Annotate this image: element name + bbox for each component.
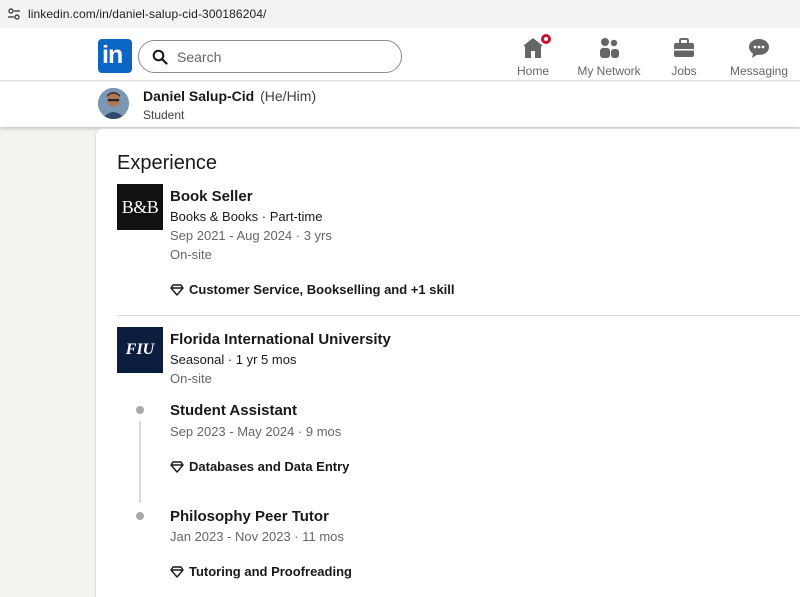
skill-diamond-icon xyxy=(170,283,184,296)
site-settings-icon[interactable] xyxy=(4,4,24,24)
job-dates: Sep 2021 - Aug 2024 · 3 yrs xyxy=(170,228,332,243)
experience-section-title: Experience xyxy=(117,152,218,174)
skills-text: Customer Service, Bookselling and +1 ski… xyxy=(189,282,455,297)
skills-link[interactable]: Databases and Data Entry xyxy=(170,459,349,474)
profile-pronouns: (He/Him) xyxy=(260,88,317,104)
nav-jobs-label: Jobs xyxy=(671,64,697,78)
top-navigation: in Home My Network Jobs Messaging xyxy=(0,28,800,81)
url-text[interactable]: linkedin.com/in/daniel-salup-cid-3001862… xyxy=(28,7,266,21)
notification-badge xyxy=(539,32,553,46)
nav-home[interactable]: Home xyxy=(512,32,554,78)
company-logo-books-and-books[interactable]: B&B xyxy=(117,184,163,230)
nav-my-network[interactable]: My Network xyxy=(574,36,644,78)
company-name[interactable]: Florida International University xyxy=(170,331,391,348)
company-employment-type: Books & Books · Part-time xyxy=(170,209,323,224)
position-title: Student Assistant xyxy=(170,402,297,419)
job-location-type: On-site xyxy=(170,371,212,386)
skills-link[interactable]: Customer Service, Bookselling and +1 ski… xyxy=(170,282,455,297)
profile-sticky-header: Daniel Salup-Cid (He/Him) Student xyxy=(0,82,800,127)
nav-messaging-label: Messaging xyxy=(729,64,789,78)
divider xyxy=(117,315,800,316)
briefcase-icon xyxy=(672,36,696,60)
profile-name-text: Daniel Salup-Cid xyxy=(143,88,255,104)
job-location-type: On-site xyxy=(170,247,212,262)
search-box[interactable] xyxy=(138,40,402,73)
position-title: Philosophy Peer Tutor xyxy=(170,508,329,525)
timeline-dot xyxy=(136,406,144,414)
skills-text: Databases and Data Entry xyxy=(189,459,350,474)
search-icon xyxy=(151,48,169,66)
home-icon xyxy=(521,32,553,60)
avatar[interactable] xyxy=(98,88,129,119)
nav-home-label: Home xyxy=(516,64,549,78)
browser-url-bar[interactable]: linkedin.com/in/daniel-salup-cid-3001862… xyxy=(0,0,800,28)
messaging-icon xyxy=(747,36,771,60)
nav-jobs[interactable]: Jobs xyxy=(662,36,706,78)
skills-link[interactable]: Tutoring and Proofreading xyxy=(170,564,352,579)
nav-my-network-label: My Network xyxy=(577,64,641,78)
position-dates: Jan 2023 - Nov 2023 · 11 mos xyxy=(170,529,344,544)
profile-headline: Student xyxy=(143,108,185,122)
company-logo-fiu[interactable]: FIU xyxy=(117,327,163,373)
search-input[interactable] xyxy=(177,48,377,65)
employment-type-duration: Seasonal · 1 yr 5 mos xyxy=(170,352,297,367)
timeline-line xyxy=(139,421,141,503)
nav-messaging[interactable]: Messaging xyxy=(728,36,790,78)
profile-name: Daniel Salup-Cid (He/Him) xyxy=(143,88,316,104)
linkedin-logo[interactable]: in xyxy=(98,39,132,73)
job-title: Book Seller xyxy=(170,188,253,205)
network-icon xyxy=(597,36,621,60)
skill-diamond-icon xyxy=(170,565,184,578)
timeline-dot xyxy=(136,512,144,520)
skill-diamond-icon xyxy=(170,460,184,473)
skills-text: Tutoring and Proofreading xyxy=(189,564,352,579)
position-dates: Sep 2023 - May 2024 · 9 mos xyxy=(170,424,342,439)
